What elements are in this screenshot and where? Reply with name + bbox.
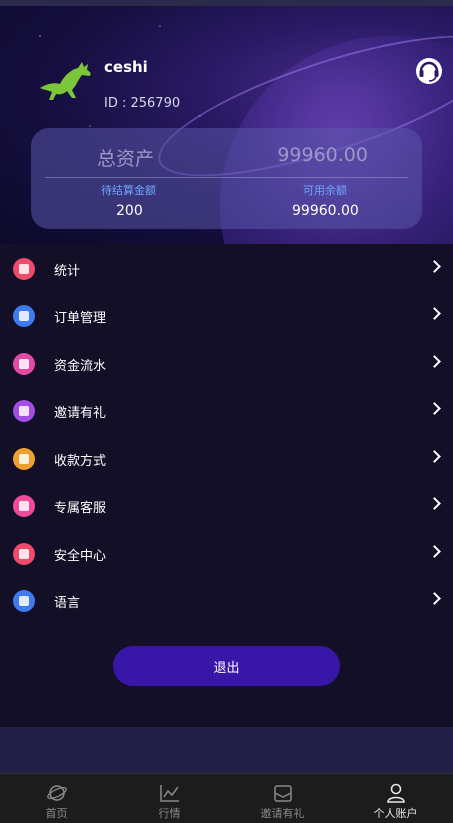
tab-home[interactable]: 首页 <box>0 774 113 823</box>
security-icon <box>13 543 35 565</box>
invite-envelope-icon <box>273 785 292 802</box>
chevron-right-icon <box>428 497 441 510</box>
menu-item-label: 收款方式 <box>54 454 107 469</box>
available-balance-label: 可用余额 <box>303 184 347 197</box>
tab-label: 行情 <box>158 807 181 820</box>
menu-item-invite[interactable]: 邀请有礼 <box>0 386 453 433</box>
logout-button[interactable]: 退出 <box>113 646 340 686</box>
market-chart-icon <box>159 785 179 802</box>
stats-icon <box>13 258 35 280</box>
user-account-icon <box>386 783 405 803</box>
tab-invite[interactable]: 邀请有礼 <box>226 774 339 823</box>
kangaroo-avatar-icon <box>40 62 91 100</box>
tab-label: 邀请有礼 <box>260 807 305 820</box>
pending-settlement-label: 待结算金额 <box>101 184 156 197</box>
menu-item-security[interactable]: 安全中心 <box>0 529 453 576</box>
chevron-right-icon <box>428 450 441 463</box>
menu-item-label: 订单管理 <box>54 311 107 326</box>
menu-item-label: 安全中心 <box>54 549 107 564</box>
language-icon <box>13 590 35 612</box>
menu-item-funds-flow[interactable]: 资金流水 <box>0 339 453 386</box>
chevron-right-icon <box>428 260 441 273</box>
total-assets-value: 99960.00 <box>277 144 368 166</box>
menu-item-customer-service[interactable]: 专属客服 <box>0 481 453 528</box>
menu-item-label: 邀请有礼 <box>54 406 107 421</box>
tab-account[interactable]: 个人账户 <box>339 774 452 823</box>
chevron-right-icon <box>428 402 441 415</box>
payment-method-icon <box>13 448 35 470</box>
pending-settlement-value: 200 <box>116 203 143 219</box>
divider <box>45 177 408 178</box>
chevron-right-icon <box>428 307 441 320</box>
customer-service-icon <box>13 495 35 517</box>
chevron-right-icon <box>428 592 441 605</box>
chevron-right-icon <box>428 545 441 558</box>
total-assets-label: 总资产 <box>97 148 155 170</box>
menu-item-stats[interactable]: 统计 <box>0 244 453 291</box>
menu-item-label: 资金流水 <box>54 359 107 374</box>
tab-label: 个人账户 <box>373 807 418 820</box>
invite-icon <box>13 400 35 422</box>
order-icon <box>13 305 35 327</box>
tab-market[interactable]: 行情 <box>113 774 226 823</box>
available-balance-value: 99960.00 <box>292 203 359 219</box>
menu-item-label: 语言 <box>54 596 81 611</box>
customer-support-icon[interactable] <box>414 56 444 86</box>
username: ceshi <box>104 58 148 76</box>
menu-item-payment-method[interactable]: 收款方式 <box>0 434 453 481</box>
menu-item-label: 统计 <box>54 264 81 279</box>
menu-item-language[interactable]: 语言 <box>0 576 453 623</box>
funds-flow-icon <box>13 353 35 375</box>
asset-summary-card: 总资产 99960.00 待结算金额 200 可用余额 99960.00 <box>31 128 422 229</box>
menu-item-label: 专属客服 <box>54 501 107 516</box>
chevron-right-icon <box>428 355 441 368</box>
bottom-tab-bar: 首页 行情 邀请有礼 个人账户 <box>0 773 453 823</box>
home-planet-icon <box>46 785 67 801</box>
menu-item-orders[interactable]: 订单管理 <box>0 291 453 338</box>
user-id: ID : 256790 <box>104 96 181 111</box>
tab-label: 首页 <box>45 807 68 820</box>
